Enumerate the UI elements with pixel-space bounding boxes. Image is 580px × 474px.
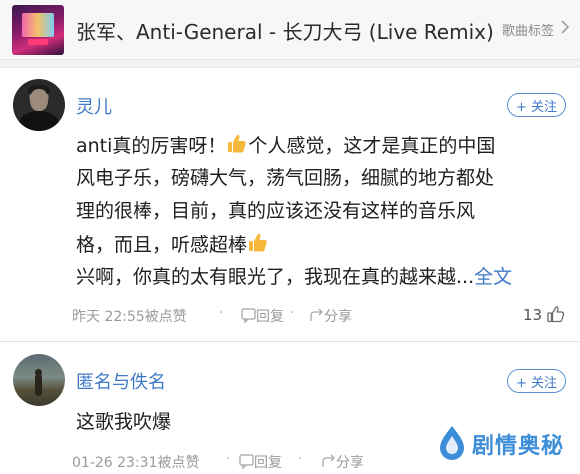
comment-text-line: anti真的厉害呀！ 个人感觉，这才是真正的中国 [76, 134, 496, 157]
album-cover-image[interactable] [12, 5, 64, 55]
song-title[interactable]: 张军、Anti-General - 长刀大弓 (Live Remix) [76, 16, 494, 45]
thumbs-up-emoji-icon [228, 134, 247, 153]
song-header: 张军、Anti-General - 长刀大弓 (Live Remix) 歌曲标签 [0, 0, 580, 60]
comment-username[interactable]: 灵儿 [76, 93, 112, 119]
separator-dot: · [298, 451, 303, 467]
watermark: 剧情奥秘 [436, 420, 576, 464]
chevron-right-icon[interactable] [560, 18, 570, 36]
comment-text-line: 这歌我吹爆 [76, 411, 172, 433]
comment-text-line: 兴啊，你真的太有眼光了，我现在真的越来越...全文 [76, 266, 513, 288]
comment-username[interactable]: 匿名与佚名 [76, 368, 166, 394]
avatar[interactable] [13, 354, 65, 406]
reply-button[interactable]: 回复 [254, 452, 282, 472]
separator-dot: · [219, 305, 224, 321]
comment-text-line: 格，而且，听感超棒 [76, 232, 269, 257]
song-tag-link[interactable]: 歌曲标签 [502, 20, 554, 39]
like-icon[interactable] [546, 304, 566, 324]
watermark-logo-icon [440, 426, 464, 460]
separator-dot: · [226, 451, 231, 467]
separator-dot: · [290, 305, 295, 321]
watermark-text: 剧情奥秘 [472, 434, 565, 459]
reply-button[interactable]: 回复 [256, 306, 284, 326]
avatar[interactable] [13, 79, 65, 131]
full-text-link[interactable]: 全文 [474, 266, 512, 288]
like-count: 13 [523, 306, 543, 324]
comment-time: 01-26 23:31被点赞 [72, 455, 200, 471]
comment-text-line: 风电子乐，磅礴大气，荡气回肠，细腻的地方都处 [76, 167, 495, 189]
share-button[interactable]: 分享 [324, 306, 352, 326]
comment-text-line: 理的很棒，目前，真的应该还没有这样的音乐风 [76, 200, 476, 222]
follow-button[interactable]: + 关注 [507, 93, 566, 117]
share-button[interactable]: 分享 [336, 452, 364, 472]
comment-item: 灵儿 + 关注 anti真的厉害呀！ 个人感觉，这才是真正的中国 风电子乐，磅礴… [0, 69, 580, 341]
comment-time: 昨天 22:55被点赞 [72, 309, 187, 325]
section-divider [0, 60, 580, 68]
follow-button[interactable]: + 关注 [507, 369, 566, 393]
thumbs-up-emoji-icon [249, 233, 267, 252]
